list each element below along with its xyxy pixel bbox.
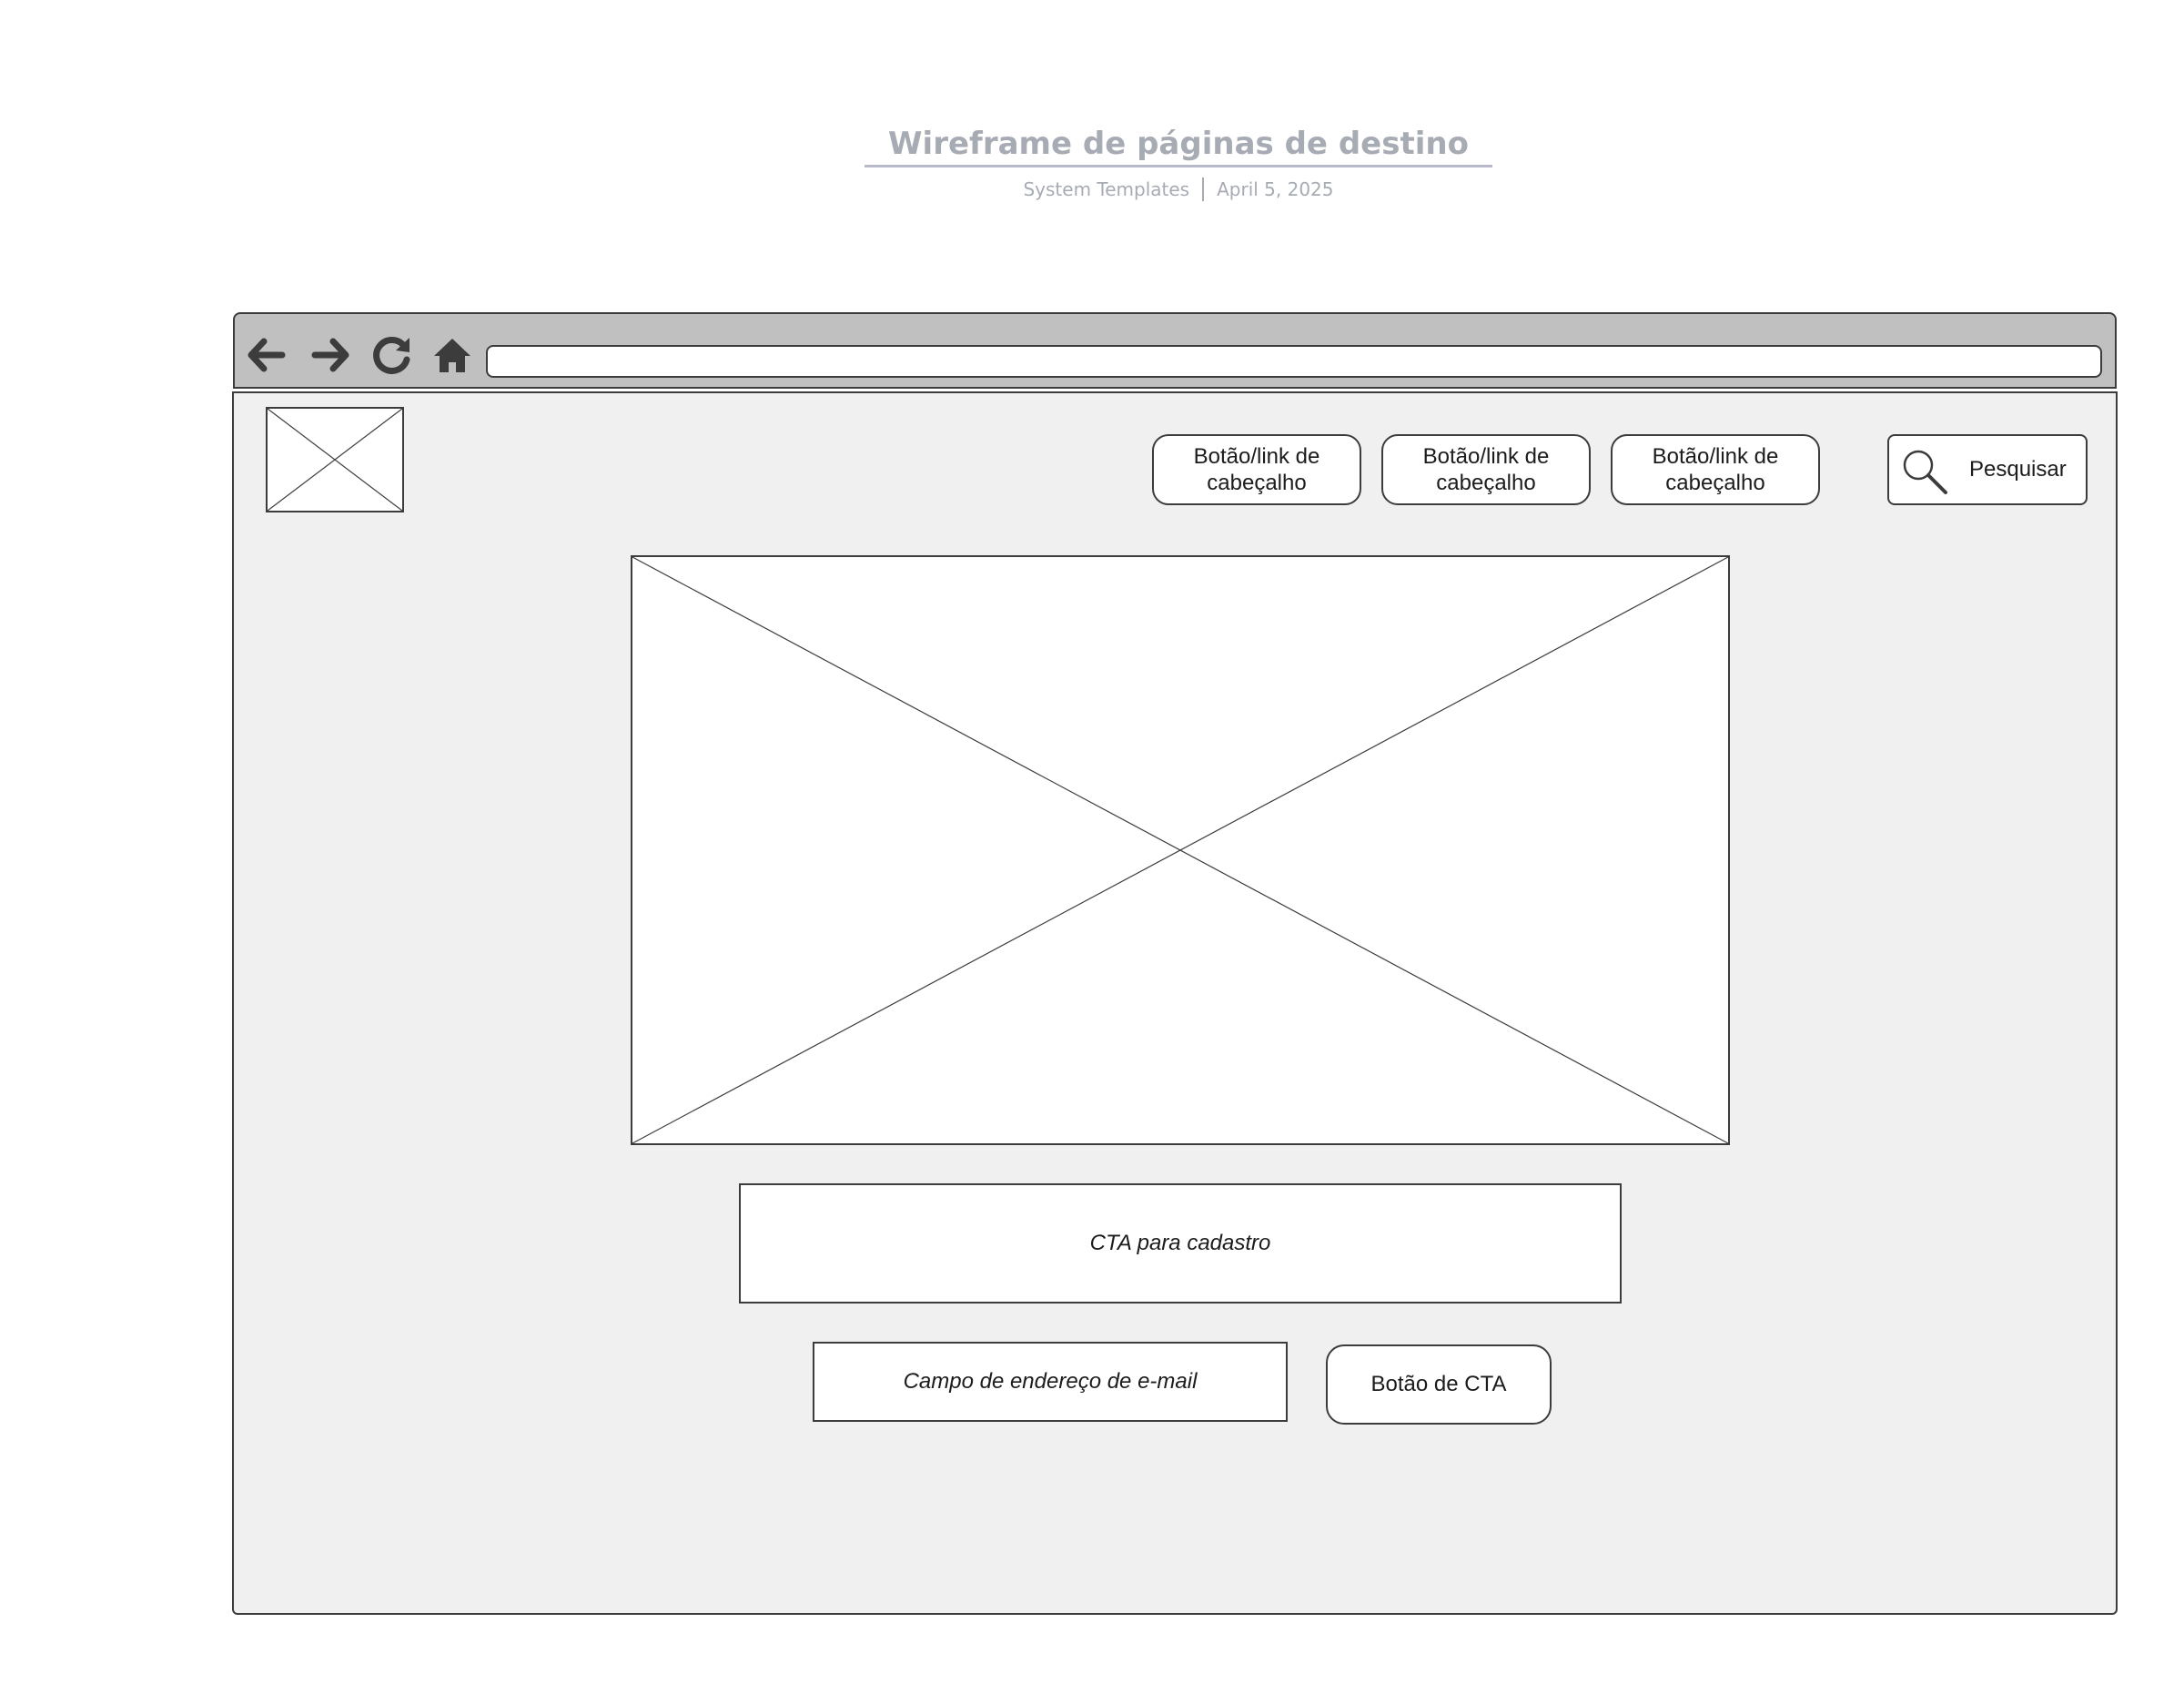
forward-arrow-icon[interactable] bbox=[308, 334, 353, 376]
document-author: System Templates bbox=[1023, 178, 1190, 200]
magnifier-icon bbox=[1900, 447, 1949, 496]
search-label: Pesquisar bbox=[1969, 457, 2067, 482]
refresh-icon[interactable] bbox=[369, 334, 415, 376]
document-date: April 5, 2025 bbox=[1217, 178, 1334, 200]
hero-placeholder-image bbox=[631, 555, 1730, 1145]
email-field[interactable] bbox=[813, 1342, 1288, 1422]
logo-placeholder-image bbox=[266, 407, 404, 512]
header-link-1[interactable]: Botão/link de cabeçalho bbox=[1152, 434, 1361, 505]
cta-signup-banner[interactable]: CTA para cadastro bbox=[739, 1183, 1622, 1304]
title-underline bbox=[864, 165, 1492, 167]
document-meta: System Templates April 5, 2025 bbox=[864, 175, 1492, 204]
address-bar[interactable] bbox=[486, 345, 2102, 378]
search-box[interactable]: Pesquisar bbox=[1887, 434, 2088, 505]
header-link-2[interactable]: Botão/link de cabeçalho bbox=[1381, 434, 1591, 505]
document-title: Wireframe de páginas de destino bbox=[888, 126, 1469, 162]
browser-toolbar bbox=[233, 312, 2117, 389]
cta-button[interactable]: Botão de CTA bbox=[1326, 1344, 1552, 1425]
back-arrow-icon[interactable] bbox=[244, 334, 289, 376]
header-link-3[interactable]: Botão/link de cabeçalho bbox=[1611, 434, 1820, 505]
browser-viewport: Botão/link de cabeçalho Botão/link de ca… bbox=[232, 391, 2118, 1615]
meta-separator bbox=[1202, 178, 1205, 201]
home-icon[interactable] bbox=[430, 334, 475, 376]
